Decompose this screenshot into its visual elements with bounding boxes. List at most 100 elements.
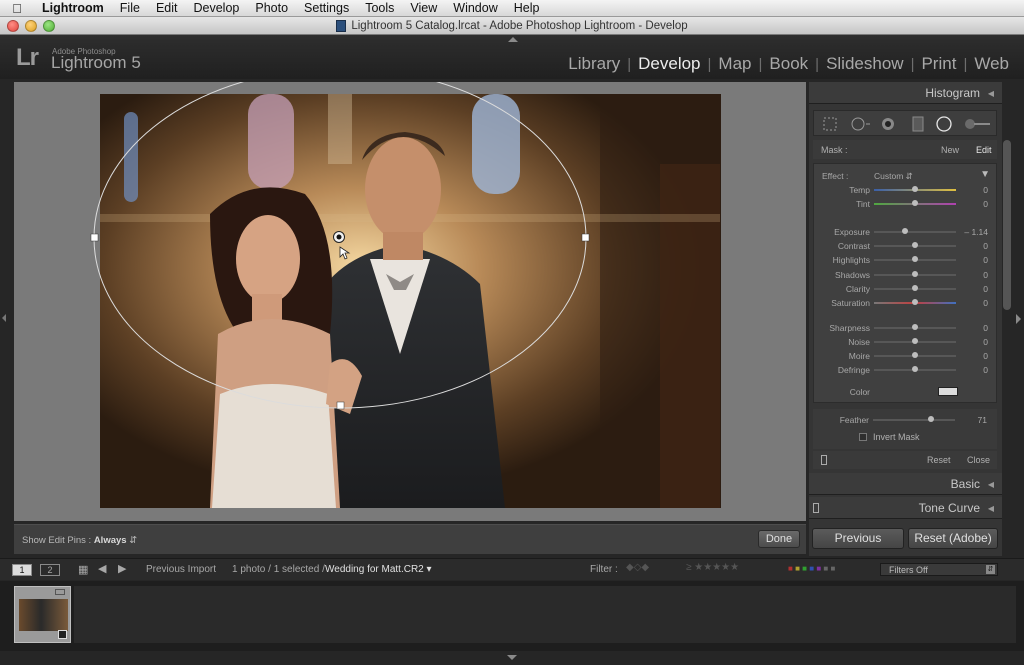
menu-edit[interactable]: Edit xyxy=(148,0,186,17)
slider-value[interactable]: 0 xyxy=(983,298,988,308)
slider-track[interactable] xyxy=(874,338,956,344)
slider-track[interactable] xyxy=(874,299,956,305)
graduated-filter-icon[interactable] xyxy=(910,116,926,132)
slider-defringe[interactable]: Defringe 0 xyxy=(814,364,998,376)
filter-preset-dropdown[interactable]: Filters Off ⇵ xyxy=(880,563,998,576)
show-edit-pins-value[interactable]: Always xyxy=(94,535,127,546)
slider-clarity[interactable]: Clarity 0 xyxy=(814,283,998,295)
collapse-top-panel-icon[interactable] xyxy=(508,37,518,42)
slider-track[interactable] xyxy=(873,416,955,422)
menu-settings[interactable]: Settings xyxy=(296,0,357,17)
close-panel-button[interactable]: Close xyxy=(967,455,990,465)
mask-new-button[interactable]: New xyxy=(941,145,959,155)
filter-handle-left[interactable] xyxy=(90,233,99,242)
red-eye-icon[interactable] xyxy=(880,116,896,132)
slider-thumb[interactable] xyxy=(912,352,918,358)
adjustment-brush-icon[interactable] xyxy=(964,116,992,132)
invert-mask-checkbox[interactable] xyxy=(859,433,867,441)
slider-thumb[interactable] xyxy=(912,256,918,262)
primary-window-button[interactable]: 1 xyxy=(12,564,32,576)
mask-edit-button[interactable]: Edit xyxy=(976,145,992,155)
grid-view-icon[interactable]: ▦ xyxy=(78,563,88,576)
menu-file[interactable]: File xyxy=(112,0,148,17)
slider-value[interactable]: 0 xyxy=(983,185,988,195)
slider-track[interactable] xyxy=(874,271,956,277)
slider-thumb[interactable] xyxy=(912,324,918,330)
slider-thumb[interactable] xyxy=(912,366,918,372)
slider-thumb[interactable] xyxy=(902,228,909,234)
slider-track[interactable] xyxy=(874,324,956,330)
slider-track[interactable] xyxy=(874,200,956,206)
toggle-switch-icon[interactable] xyxy=(821,455,827,465)
reset-adobe-button[interactable]: Reset (Adobe) xyxy=(908,528,998,549)
slider-thumb[interactable] xyxy=(912,285,918,291)
slider-feather[interactable]: Feather 71 xyxy=(813,414,997,426)
slider-sharpness[interactable]: Sharpness 0 xyxy=(814,322,998,334)
slider-value[interactable]: 0 xyxy=(983,255,988,265)
panel-scrollbar[interactable] xyxy=(1003,140,1011,310)
slider-value[interactable]: 0 xyxy=(983,323,988,333)
flag-filter-icons[interactable]: ◆◇◆ xyxy=(626,562,649,573)
slider-shadows[interactable]: Shadows 0 xyxy=(814,269,998,281)
slider-value[interactable]: 71 xyxy=(978,415,987,425)
module-book[interactable]: Book xyxy=(762,54,815,74)
reset-button[interactable]: Reset xyxy=(927,455,951,465)
slider-value[interactable]: – 1.14 xyxy=(964,227,988,237)
slider-value[interactable]: 0 xyxy=(983,199,988,209)
module-print[interactable]: Print xyxy=(914,54,963,74)
slider-track[interactable] xyxy=(874,242,956,248)
slider-contrast[interactable]: Contrast 0 xyxy=(814,240,998,252)
slider-noise[interactable]: Noise 0 xyxy=(814,336,998,348)
slider-track[interactable] xyxy=(874,186,956,192)
source-label[interactable]: Previous Import xyxy=(146,564,216,575)
expand-left-panel-icon[interactable] xyxy=(2,314,6,322)
forward-arrow-icon[interactable]: ▶ xyxy=(118,562,126,575)
basic-section-header[interactable]: Basic ◀ xyxy=(809,473,1002,495)
module-library[interactable]: Library xyxy=(561,54,627,74)
crop-overlay-icon[interactable] xyxy=(822,116,838,132)
slider-value[interactable]: 0 xyxy=(983,241,988,251)
module-web[interactable]: Web xyxy=(967,54,1016,74)
slider-thumb[interactable] xyxy=(912,186,918,192)
histogram-header[interactable]: Histogram ◀ xyxy=(809,82,1002,104)
slider-value[interactable]: 0 xyxy=(983,337,988,347)
color-label-filter[interactable]: ■ ■ ■ ■ ■ ■ ■ xyxy=(788,564,835,573)
module-develop[interactable]: Develop xyxy=(631,54,707,74)
zoom-window-button[interactable] xyxy=(43,20,55,32)
filter-handle-right[interactable] xyxy=(581,233,590,242)
filmstrip-thumbnail[interactable] xyxy=(14,586,71,643)
previous-button[interactable]: Previous xyxy=(812,528,904,549)
slider-thumb[interactable] xyxy=(912,299,918,305)
dropdown-arrows-icon[interactable]: ⇵ xyxy=(129,535,137,546)
collapse-filmstrip-icon[interactable] xyxy=(507,655,517,660)
slider-thumb[interactable] xyxy=(912,271,918,277)
slider-temp[interactable]: Temp 0 xyxy=(814,184,998,196)
done-button[interactable]: Done xyxy=(758,530,800,548)
slider-tint[interactable]: Tint 0 xyxy=(814,198,998,210)
slider-moire[interactable]: Moire 0 xyxy=(814,350,998,362)
tone-curve-section-header[interactable]: Tone Curve ◀ xyxy=(809,497,1002,519)
collapse-triangle-icon[interactable]: ◀ xyxy=(988,480,994,489)
dropdown-arrows-icon[interactable]: ⇵ xyxy=(986,565,995,574)
minimize-window-button[interactable] xyxy=(25,20,37,32)
menu-window[interactable]: Window xyxy=(445,0,505,17)
star-rating-filter[interactable]: ≥ ★★★★★ xyxy=(686,562,739,573)
slider-exposure[interactable]: Exposure – 1.14 xyxy=(814,226,998,238)
slider-value[interactable]: 0 xyxy=(983,284,988,294)
menu-develop[interactable]: Develop xyxy=(186,0,248,17)
effect-preset-dropdown[interactable]: Custom ⇵ xyxy=(874,171,913,182)
slider-thumb[interactable] xyxy=(912,200,918,206)
menu-view[interactable]: View xyxy=(402,0,445,17)
slider-track[interactable] xyxy=(874,352,956,358)
slider-thumb[interactable] xyxy=(912,338,918,344)
toggle-switch-icon[interactable] xyxy=(813,503,819,513)
menu-photo[interactable]: Photo xyxy=(247,0,296,17)
collapse-triangle-icon[interactable]: ◀ xyxy=(988,89,994,98)
invert-mask-control[interactable]: Invert Mask xyxy=(859,432,920,442)
menu-tools[interactable]: Tools xyxy=(357,0,402,17)
slider-value[interactable]: 0 xyxy=(983,365,988,375)
menu-help[interactable]: Help xyxy=(506,0,548,17)
module-map[interactable]: Map xyxy=(711,54,758,74)
slider-track[interactable] xyxy=(874,228,956,234)
back-arrow-icon[interactable]: ◀ xyxy=(98,562,106,575)
